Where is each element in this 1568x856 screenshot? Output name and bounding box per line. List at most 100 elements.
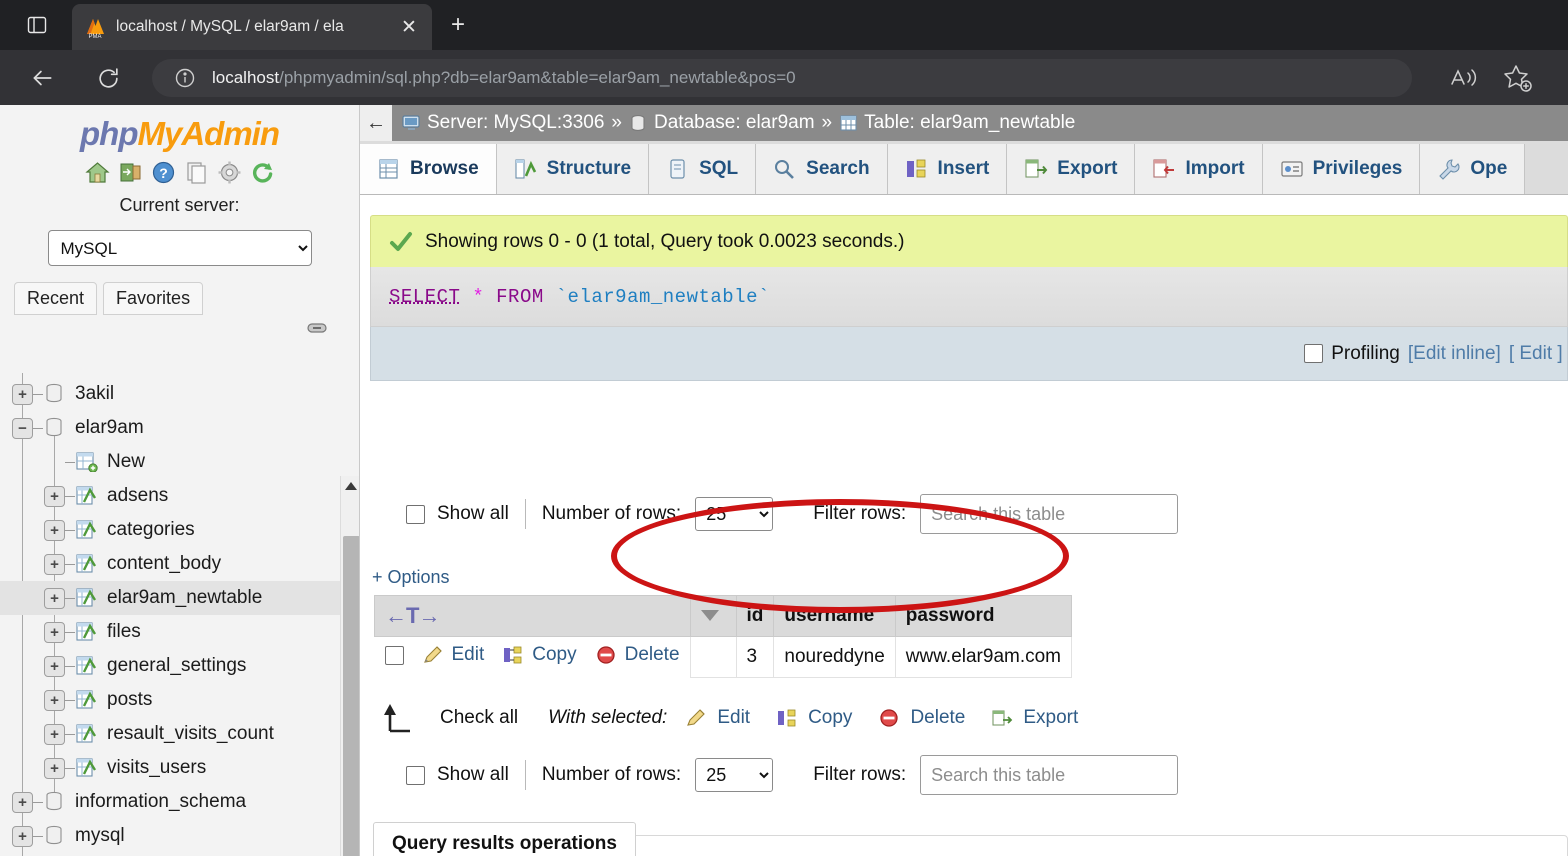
tree-item-3akil[interactable]: +3akil xyxy=(0,377,340,411)
with-selected-edit[interactable]: Edit xyxy=(685,707,750,729)
check-all-label[interactable]: Check all xyxy=(440,707,518,729)
tree-item-categories[interactable]: + categories xyxy=(0,513,340,547)
filter-rows-input-top[interactable] xyxy=(920,494,1179,534)
tree-item-adsens[interactable]: + adsens xyxy=(0,479,340,513)
tree-item-posts[interactable]: + posts xyxy=(0,683,340,717)
with-selected-delete[interactable]: Delete xyxy=(878,707,965,729)
row-edit-link[interactable]: Edit xyxy=(452,644,485,666)
tree-item-information_schema[interactable]: + information_schema xyxy=(0,785,340,819)
tab-export[interactable]: Export xyxy=(1007,144,1136,194)
tree-item-elar9am_newtable[interactable]: + elar9am_newtable xyxy=(0,581,340,615)
tab-privileges[interactable]: Privileges xyxy=(1262,144,1421,194)
select-all-arrow-icon[interactable] xyxy=(378,701,422,735)
tab-sql[interactable]: SQL xyxy=(649,144,757,194)
expand-icon[interactable]: + xyxy=(44,485,65,507)
show-all-checkbox-bottom[interactable] xyxy=(406,765,425,785)
tab-label: Ope xyxy=(1470,158,1508,179)
with-selected-export-label: Export xyxy=(1023,707,1079,728)
row-copy-link[interactable]: Copy xyxy=(532,644,576,666)
with-selected-copy[interactable]: Copy xyxy=(776,707,852,729)
cell-username[interactable]: noureddyne xyxy=(773,636,896,678)
column-header-username[interactable]: username xyxy=(773,595,896,637)
cell-password[interactable]: www.elar9am.com xyxy=(894,636,1073,678)
tab-structure[interactable]: Structure xyxy=(496,144,650,194)
column-header-id[interactable]: id xyxy=(735,595,775,637)
new-tab-button[interactable]: + xyxy=(442,10,474,40)
scroll-up-arrow-icon[interactable] xyxy=(341,476,359,496)
refresh-icon[interactable] xyxy=(250,160,275,185)
home-icon[interactable] xyxy=(84,160,110,185)
executed-sql-box[interactable]: SELECT * FROM `elar9am_newtable` xyxy=(370,267,1568,327)
options-toggle-link[interactable]: + Options xyxy=(372,567,450,588)
filter-rows-input-bottom[interactable] xyxy=(920,755,1179,795)
sort-desc-icon-cell[interactable] xyxy=(689,595,737,637)
add-favorite-star-icon[interactable] xyxy=(1502,62,1534,94)
cell-id[interactable]: 3 xyxy=(735,636,775,678)
expand-icon[interactable]: + xyxy=(44,621,65,643)
favorites-tab[interactable]: Favorites xyxy=(103,282,204,315)
expand-icon[interactable]: + xyxy=(44,655,65,677)
show-all-checkbox-top[interactable] xyxy=(406,504,425,524)
profiling-checkbox[interactable] xyxy=(1304,344,1324,363)
reload-icon[interactable] xyxy=(90,60,126,96)
server-select[interactable]: MySQL xyxy=(47,230,312,266)
tab-insert[interactable]: Insert xyxy=(887,144,1008,194)
browser-sidebar-toggle-icon[interactable] xyxy=(20,10,54,40)
pma-logo[interactable]: phpMyAdmin xyxy=(0,105,359,150)
expand-icon[interactable]: + xyxy=(44,689,65,711)
logout-icon[interactable] xyxy=(118,160,143,185)
expand-icon[interactable]: + xyxy=(44,519,65,541)
sort-desc-icon[interactable] xyxy=(700,610,719,622)
tab-search[interactable]: Search xyxy=(756,144,888,194)
tree-item-resault_visits_count[interactable]: + resault_visits_count xyxy=(0,717,340,751)
sql-star: * xyxy=(472,285,485,308)
address-bar[interactable]: localhost/phpmyadmin/sql.php?db=elar9am&… xyxy=(152,59,1412,97)
edit-link[interactable]: [ Edit ] xyxy=(1509,343,1563,365)
collapse-icon[interactable]: − xyxy=(12,417,33,439)
tree-item-new[interactable]: New xyxy=(0,445,340,479)
link-with-main-panel-icon[interactable] xyxy=(307,321,327,335)
settings-gear-icon[interactable] xyxy=(217,160,242,185)
expand-icon[interactable]: + xyxy=(12,791,33,813)
read-aloud-icon[interactable] xyxy=(1448,64,1480,92)
help-icon[interactable]: ? xyxy=(151,160,176,185)
tree-item-general_settings[interactable]: + general_settings xyxy=(0,649,340,683)
tab-import[interactable]: Import xyxy=(1135,144,1263,194)
tree-item-content_body[interactable]: + content_body xyxy=(0,547,340,581)
edit-inline-link[interactable]: [Edit inline] xyxy=(1408,343,1501,365)
breadcrumb-server[interactable]: Server: MySQL:3306 xyxy=(427,112,604,134)
docs-icon[interactable] xyxy=(184,160,209,185)
expand-icon[interactable]: + xyxy=(44,757,65,779)
info-icon[interactable] xyxy=(174,67,196,89)
expand-icon[interactable]: + xyxy=(44,723,65,745)
row-checkbox[interactable] xyxy=(384,645,404,665)
breadcrumb-back-icon[interactable]: ← xyxy=(360,105,392,141)
sidebar-scrollbar[interactable] xyxy=(340,476,359,856)
tab-label: Structure xyxy=(546,158,632,179)
tree-item-elar9am[interactable]: − elar9am xyxy=(0,411,340,445)
with-selected-export[interactable]: Export xyxy=(991,707,1078,729)
back-arrow-icon[interactable] xyxy=(24,60,60,96)
scrollbar-thumb[interactable] xyxy=(343,536,359,856)
expand-icon[interactable]: + xyxy=(12,383,33,405)
expand-icon[interactable]: + xyxy=(44,587,65,609)
tab-browse[interactable]: Browse xyxy=(360,144,497,194)
number-of-rows-select-bottom[interactable]: 25 xyxy=(695,758,774,792)
tree-item-files[interactable]: + files xyxy=(0,615,340,649)
tree-item-visits_users[interactable]: + visits_users xyxy=(0,751,340,785)
number-of-rows-select-top[interactable]: 25 xyxy=(695,497,774,531)
column-header-password[interactable]: password xyxy=(894,595,1073,637)
row-delete-link[interactable]: Delete xyxy=(625,644,680,666)
breadcrumb-database[interactable]: Database: elar9am xyxy=(654,112,815,134)
breadcrumb-table[interactable]: Table: elar9am_newtable xyxy=(864,112,1075,134)
expand-icon[interactable]: + xyxy=(12,825,33,847)
browser-tab[interactable]: PMA localhost / MySQL / elar9am / ela ✕ xyxy=(72,4,432,50)
close-icon[interactable]: ✕ xyxy=(396,14,422,40)
tree-connector xyxy=(33,427,43,429)
tree-item-mysql[interactable]: + mysql xyxy=(0,819,340,853)
tab-ope[interactable]: Ope xyxy=(1420,144,1526,194)
tree-connector xyxy=(65,733,75,735)
recent-tab[interactable]: Recent xyxy=(14,282,98,315)
expand-icon[interactable]: + xyxy=(44,553,65,575)
